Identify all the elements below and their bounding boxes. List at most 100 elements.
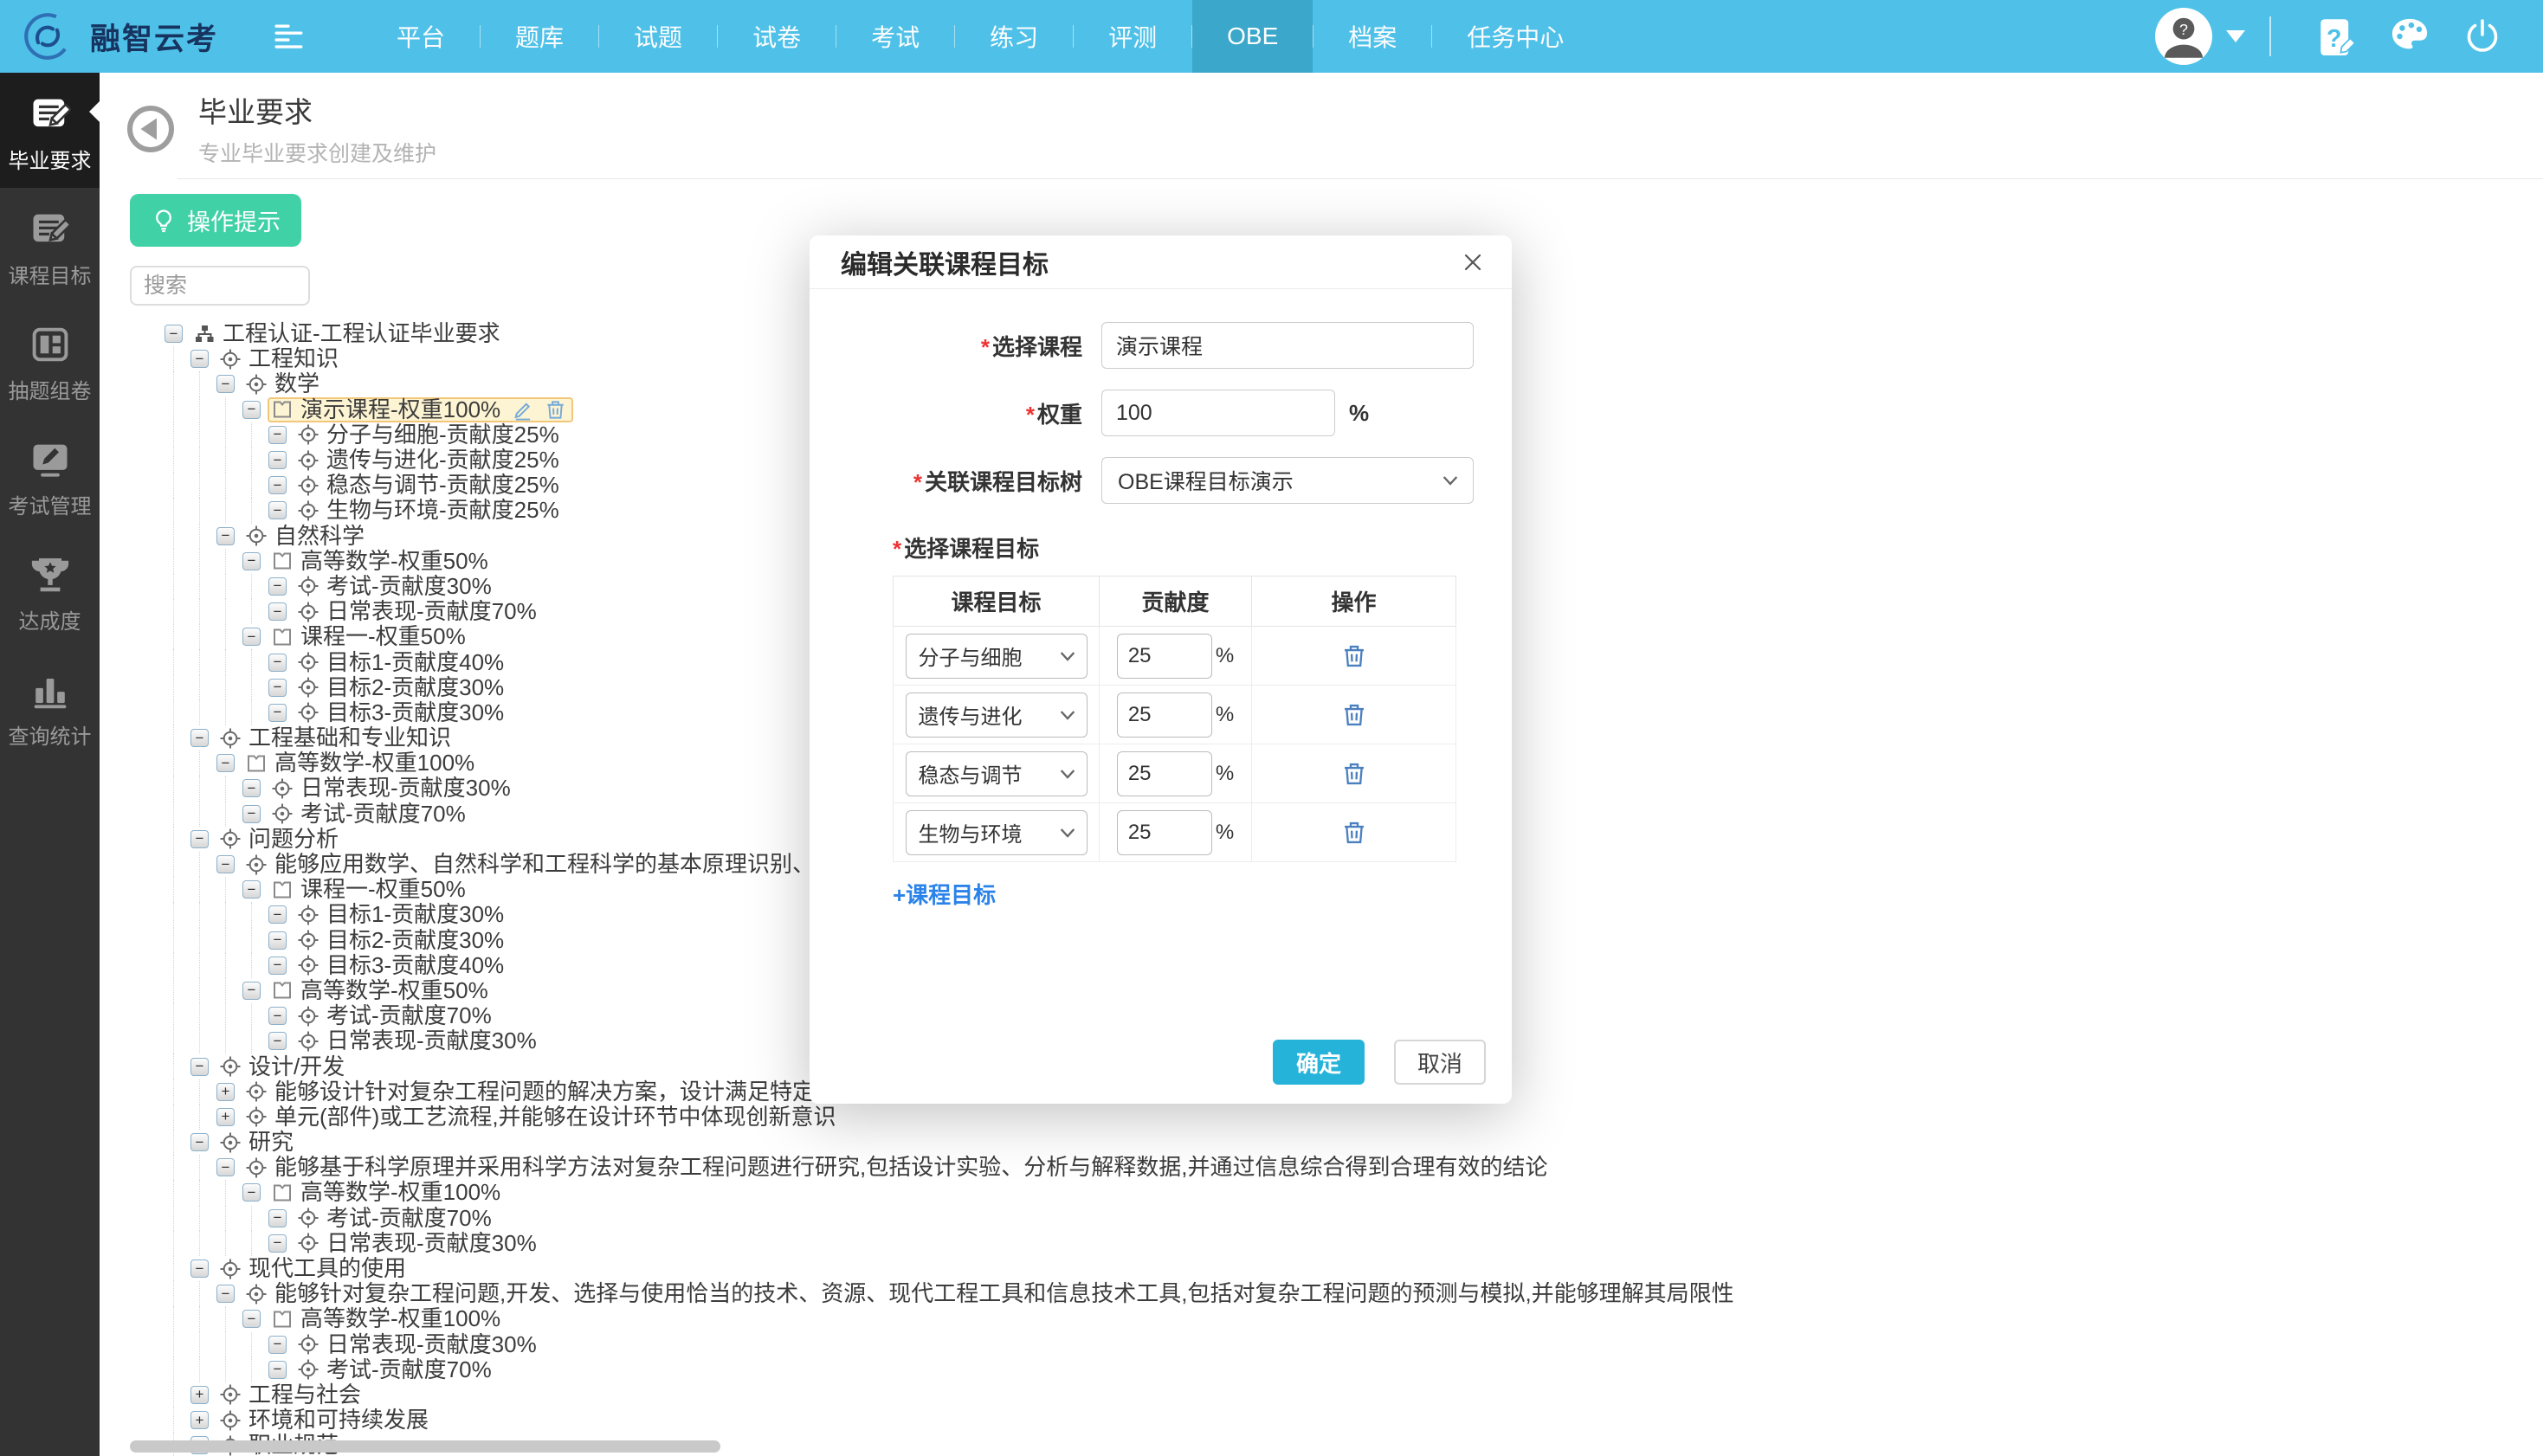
tree-toggle-collapse-icon[interactable]: − [242, 628, 261, 646]
tree-node[interactable]: 环境和可持续发展 [216, 1408, 436, 1433]
cancel-button[interactable]: 取消 [1394, 1040, 1486, 1085]
tree-toggle-collapse-icon[interactable]: − [242, 805, 261, 823]
tree-node[interactable]: 考试-贡献度30% [294, 574, 499, 599]
user-avatar[interactable]: ? [2155, 8, 2212, 65]
tree-node[interactable]: 能够针对复杂工程问题,开发、选择与使用恰当的技术、资源、现代工程工具和信息技术工… [242, 1281, 1741, 1306]
tree-toggle-collapse-icon[interactable]: − [216, 1285, 235, 1303]
tree-node[interactable]: 工程基础和专业知识 [216, 725, 458, 751]
tree-toggle-collapse-icon[interactable]: − [268, 426, 287, 444]
nav-item-试题[interactable]: 试题 [599, 0, 717, 73]
sidebar-item-抽题组卷[interactable]: 抽题组卷 [0, 303, 100, 418]
tree-node[interactable]: 能够基于科学原理并采用科学方法对复杂工程问题进行研究,包括设计实验、分析与解释数… [242, 1155, 1554, 1180]
tree-toggle-collapse-icon[interactable]: − [190, 1133, 209, 1151]
contribution-input[interactable] [1117, 810, 1212, 855]
tree-node[interactable]: 考试-贡献度70% [294, 1206, 499, 1231]
tree-node[interactable]: 课程一-权重50% [268, 624, 473, 649]
objective-select[interactable]: 遗传与进化 [906, 693, 1088, 738]
delete-icon[interactable] [545, 399, 566, 421]
tree-toggle-collapse-icon[interactable]: − [268, 905, 287, 924]
objective-select[interactable]: 生物与环境 [906, 810, 1088, 855]
tree-node[interactable]: 目标3-贡献度30% [294, 700, 511, 725]
tree-node[interactable]: 稳态与调节-贡献度25% [294, 473, 566, 498]
weight-input[interactable] [1101, 390, 1335, 436]
nav-item-平台[interactable]: 平台 [362, 0, 480, 73]
theme-palette-icon[interactable] [2391, 17, 2429, 55]
tree-toggle-collapse-icon[interactable]: − [268, 1336, 287, 1354]
tree-node[interactable]: 数学 [242, 371, 326, 396]
back-button[interactable] [126, 104, 176, 154]
tree-toggle-collapse-icon[interactable]: − [268, 602, 287, 621]
sidebar-item-查询统计[interactable]: 查询统计 [0, 648, 100, 763]
tree-node[interactable]: 研究 [216, 1130, 300, 1155]
tree-node[interactable]: 考试-贡献度70% [268, 802, 473, 827]
contribution-input[interactable] [1117, 693, 1212, 738]
tree-node[interactable]: 分子与细胞-贡献度25% [294, 422, 566, 448]
tree-node[interactable]: 日常表现-贡献度30% [268, 776, 518, 801]
horizontal-scrollbar[interactable] [130, 1440, 720, 1453]
tree-toggle-collapse-icon[interactable]: − [216, 1158, 235, 1176]
tree-node[interactable]: 设计/开发 [216, 1054, 352, 1079]
tree-node[interactable]: 工程知识 [216, 346, 345, 371]
objective-select[interactable]: 稳态与调节 [906, 751, 1088, 796]
logout-power-icon[interactable] [2463, 17, 2501, 55]
tree-node[interactable]: 课程一-权重50% [268, 877, 473, 902]
tree-toggle-collapse-icon[interactable]: − [190, 830, 209, 848]
objective-select[interactable]: 分子与细胞 [906, 634, 1088, 679]
tree-node[interactable]: 高等数学-权重50% [268, 978, 495, 1003]
tree-toggle-collapse-icon[interactable]: − [268, 577, 287, 596]
confirm-button[interactable]: 确定 [1273, 1040, 1365, 1085]
tree-node[interactable]: 高等数学-权重100% [268, 1306, 507, 1331]
tree-node[interactable]: 日常表现-贡献度30% [294, 1332, 544, 1357]
nav-item-任务中心[interactable]: 任务中心 [1432, 0, 1598, 73]
tree-node[interactable]: 高等数学-权重50% [268, 549, 495, 574]
tree-toggle-collapse-icon[interactable]: − [242, 1310, 261, 1328]
tree-toggle-collapse-icon[interactable]: − [268, 1209, 287, 1227]
tree-toggle-collapse-icon[interactable]: − [165, 325, 183, 343]
tree-node[interactable]: 日常表现-贡献度70% [294, 599, 544, 624]
tree-node[interactable]: 演示课程-权重100% [268, 397, 573, 422]
tree-toggle-collapse-icon[interactable]: − [190, 1260, 209, 1278]
tree-toggle-collapse-icon[interactable]: − [242, 880, 261, 899]
operation-tips-button[interactable]: 操作提示 [130, 194, 301, 247]
tree-node[interactable]: 单元(部件)或工艺流程,并能够在设计环节中体现创新意识 [242, 1105, 843, 1130]
tree-toggle-collapse-icon[interactable]: − [242, 552, 261, 570]
tree-node[interactable]: 高等数学-权重100% [242, 751, 481, 776]
search-input[interactable] [130, 266, 310, 306]
tree-toggle-collapse-icon[interactable]: − [268, 476, 287, 494]
tree-toggle-collapse-icon[interactable]: − [190, 1058, 209, 1076]
tree-toggle-collapse-icon[interactable]: − [216, 527, 235, 545]
contribution-input[interactable] [1117, 751, 1212, 796]
tree-node[interactable]: 目标2-贡献度30% [294, 928, 511, 953]
tree-node[interactable]: 日常表现-贡献度30% [294, 1028, 544, 1053]
sidebar-item-课程目标[interactable]: 课程目标 [0, 188, 100, 303]
tree-node[interactable]: 工程认证-工程认证毕业要求 [190, 321, 507, 346]
tree-toggle-collapse-icon[interactable]: − [242, 982, 261, 1000]
tree-node[interactable]: 日常表现-贡献度30% [294, 1231, 544, 1256]
tree-toggle-expand-icon[interactable]: + [190, 1386, 209, 1404]
tree-node[interactable]: 目标3-贡献度40% [294, 953, 511, 978]
tree-node[interactable]: 目标2-贡献度30% [294, 675, 511, 700]
delete-icon[interactable] [1341, 643, 1367, 669]
tree-node[interactable]: 自然科学 [242, 524, 371, 549]
nav-item-试卷[interactable]: 试卷 [718, 0, 836, 73]
tree-toggle-expand-icon[interactable]: + [216, 1083, 235, 1101]
tree-node[interactable]: 遗传与进化-贡献度25% [294, 448, 566, 473]
tree-node[interactable]: 问题分析 [216, 827, 345, 852]
tree-toggle-collapse-icon[interactable]: − [216, 375, 235, 393]
tree-toggle-collapse-icon[interactable]: − [268, 679, 287, 697]
sidebar-item-考试管理[interactable]: 考试管理 [0, 418, 100, 533]
sidebar-item-达成度[interactable]: 达成度 [0, 533, 100, 648]
nav-item-OBE[interactable]: OBE [1192, 0, 1313, 73]
nav-item-考试[interactable]: 考试 [836, 0, 954, 73]
tree-node[interactable]: 高等数学-权重100% [268, 1180, 507, 1205]
tree-toggle-collapse-icon[interactable]: − [268, 1007, 287, 1025]
tree-toggle-collapse-icon[interactable]: − [190, 729, 209, 747]
delete-icon[interactable] [1341, 761, 1367, 787]
tree-node[interactable]: 生物与环境-贡献度25% [294, 498, 566, 523]
tree-toggle-collapse-icon[interactable]: − [242, 779, 261, 797]
tree-node[interactable]: 目标1-贡献度40% [294, 650, 511, 675]
nav-item-题库[interactable]: 题库 [481, 0, 598, 73]
tree-toggle-collapse-icon[interactable]: − [268, 931, 287, 950]
tree-toggle-collapse-icon[interactable]: − [216, 754, 235, 772]
nav-item-练习[interactable]: 练习 [955, 0, 1073, 73]
